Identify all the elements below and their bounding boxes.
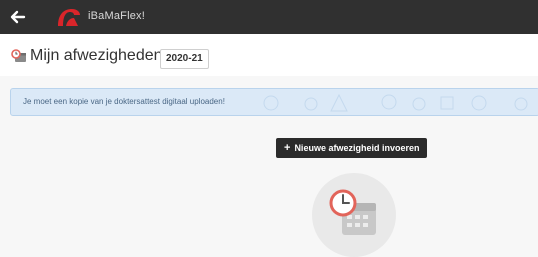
new-absence-label: Nieuwe afwezigheid invoeren [294, 143, 420, 153]
alert-message: Je moet een kopie van je doktersattest d… [23, 97, 225, 106]
page-title: Mijn afwezigheden [30, 47, 163, 64]
alert-background-pattern [263, 93, 528, 112]
info-alert: Je moet een kopie van je doktersattest d… [10, 88, 538, 116]
plus-icon: + [284, 142, 291, 154]
back-arrow-icon[interactable] [8, 7, 28, 27]
app-logo-icon[interactable] [54, 6, 82, 28]
calendar-clock-icon [312, 173, 396, 257]
top-bar: iBaMaFlex! [0, 0, 538, 34]
app-brand-name: iBaMaFlex! [88, 10, 146, 22]
calendar-clock-icon [11, 49, 26, 62]
new-absence-button[interactable]: + Nieuwe afwezigheid invoeren [276, 138, 428, 158]
school-year-badge: 2020-21 [160, 49, 209, 69]
